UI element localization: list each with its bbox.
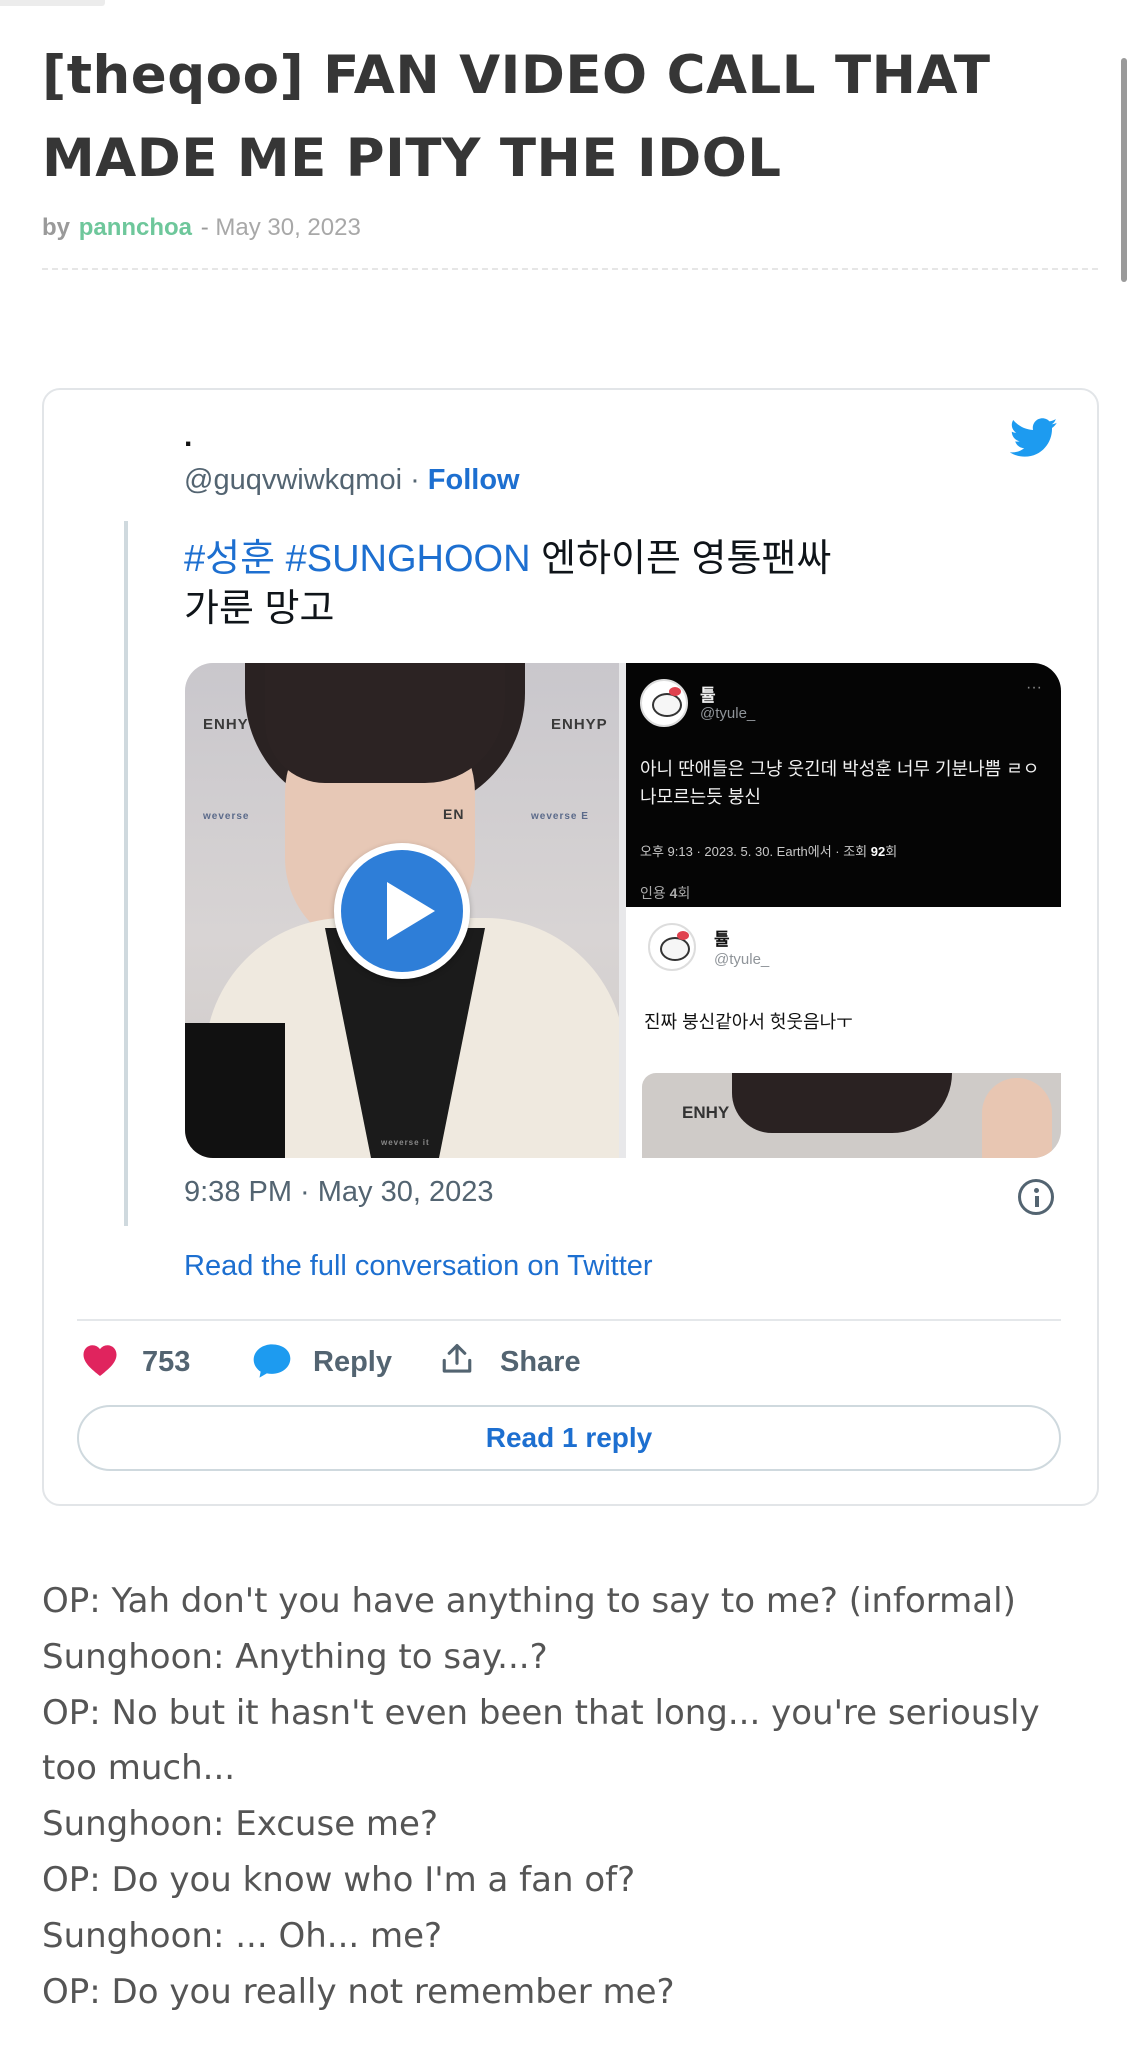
article-title: [theqoo] FAN VIDEO CALL THAT MADE ME PIT… bbox=[42, 45, 991, 189]
tweet-text-line-1: 엔하이픈 영통팬싸 bbox=[541, 538, 832, 580]
transcript-line: Sunghoon: Anything to say...? bbox=[42, 1636, 548, 1677]
byline: by pannchoa - May 30, 2023 bbox=[42, 214, 361, 242]
reply-button[interactable]: Reply bbox=[313, 1346, 392, 1379]
embedded-view-count: 92 bbox=[870, 844, 886, 859]
quote-rail bbox=[124, 521, 128, 1226]
embedded-body: 아니 딴애들은 그냥 웃긴데 박성훈 너무 기분나쁨 ㄹㅇ 나모르는듯 붕신 bbox=[640, 755, 1060, 811]
embedded-meta-suffix: 회 bbox=[885, 844, 898, 859]
tweet-display-name[interactable]: . bbox=[184, 420, 192, 454]
hashtag-link[interactable]: #성훈 bbox=[184, 538, 275, 580]
byline-separator: - bbox=[194, 214, 216, 241]
tweet-handle-row: @guqvwiwkqmoi · Follow bbox=[184, 464, 520, 497]
transcript-line: Sunghoon: ... Oh... me? bbox=[42, 1915, 443, 1956]
tweet-text-line-2: 가룬 망고 bbox=[184, 588, 335, 630]
embedded-name: 튤 bbox=[714, 930, 730, 949]
hashtag-link[interactable]: #SUNGHOON bbox=[286, 538, 531, 580]
byline-prefix: by bbox=[42, 214, 71, 241]
avatar bbox=[648, 923, 696, 971]
backdrop-logo: weverse bbox=[203, 811, 250, 822]
embedded-body-line: 아니 딴애들은 그냥 웃긴데 박성훈 너무 기분나쁨 ㄹㅇ bbox=[640, 759, 1040, 779]
header-divider bbox=[42, 268, 1098, 270]
tweet-text: #성훈 #SUNGHOON 엔하이픈 영통팬싸 가룬 망고 bbox=[184, 534, 964, 634]
follow-link[interactable]: Follow bbox=[428, 464, 520, 496]
backdrop-logo: ENHYP bbox=[551, 716, 608, 733]
embedded-video-thumb: ENHY bbox=[642, 1073, 1061, 1158]
share-icon[interactable] bbox=[440, 1341, 474, 1377]
embedded-handle: @tyule_ bbox=[700, 705, 756, 722]
thumb-logo: ENHY bbox=[682, 1103, 730, 1122]
embedded-meta: 오후 9:13 · 2023. 5. 30. Earth에서 · 조회 92회 bbox=[640, 841, 897, 860]
quote-prefix: 인용 bbox=[640, 885, 670, 901]
backdrop-logo: EN bbox=[443, 806, 465, 822]
embedded-body-line: 나모르는듯 붕신 bbox=[640, 787, 761, 807]
info-icon[interactable] bbox=[1018, 1179, 1054, 1215]
embedded-body: 진짜 붕신같아서 헛웃음나ㅜ bbox=[644, 1012, 853, 1032]
transcript-line: OP: Yah don't you have anything to say t… bbox=[42, 1581, 1016, 1621]
article-transcript: OP: Yah don't you have anything to say t… bbox=[42, 1574, 1102, 2020]
like-count[interactable]: 753 bbox=[142, 1346, 190, 1379]
twitter-bird-icon[interactable] bbox=[1010, 418, 1058, 458]
transcript-line: OP: No but it hasn't even been that long… bbox=[42, 1692, 1040, 1789]
embedded-name: 튤 bbox=[700, 686, 716, 705]
author-link[interactable]: pannchoa bbox=[79, 214, 192, 241]
video-frame-right: 튤 @tyule_ ··· 아니 딴애들은 그냥 웃긴데 박성훈 너무 기분나쁨… bbox=[626, 663, 1061, 1158]
tweet-handle[interactable]: @guqvwiwkqmoi bbox=[184, 464, 402, 496]
quote-suffix: 회 bbox=[677, 885, 691, 901]
tweet-video-media[interactable]: ENHY ENHYP weverse weverse E EN weverse … bbox=[185, 663, 1061, 1158]
page-scrollbar[interactable] bbox=[1121, 58, 1127, 282]
backdrop-logo: weverse E bbox=[531, 811, 589, 822]
embedded-quote-count: 인용 4회 bbox=[640, 883, 690, 903]
read-conversation-link[interactable]: Read the full conversation on Twitter bbox=[184, 1250, 653, 1283]
avatar bbox=[640, 679, 688, 727]
tweet-timestamp[interactable]: 9:38 PM · May 30, 2023 bbox=[184, 1176, 494, 1209]
transcript-line: Sunghoon: Excuse me? bbox=[42, 1804, 438, 1845]
backdrop-logo: ENHY bbox=[203, 716, 249, 733]
thumb-hand bbox=[982, 1078, 1052, 1158]
embedded-handle: @tyule_ bbox=[714, 951, 770, 968]
play-icon[interactable] bbox=[334, 843, 470, 979]
transcript-line: OP: Do you know who I'm a fan of? bbox=[42, 1859, 636, 1900]
heart-icon[interactable] bbox=[82, 1343, 118, 1377]
read-reply-button[interactable]: Read 1 reply bbox=[77, 1405, 1061, 1471]
idol-bangs bbox=[265, 663, 505, 783]
embedded-meta-prefix: 오후 9:13 · 2023. 5. 30. Earth에서 · 조회 bbox=[640, 844, 871, 859]
video-black-inset bbox=[185, 1023, 285, 1158]
embedded-tweet-dark: 튤 @tyule_ ··· 아니 딴애들은 그냥 웃긴데 박성훈 너무 기분나쁨… bbox=[626, 663, 1061, 907]
reply-bubble-icon[interactable] bbox=[252, 1342, 292, 1380]
thumb-hair bbox=[732, 1073, 952, 1133]
transcript-line: OP: Do you really not remember me? bbox=[42, 1971, 675, 2012]
top-edge-stub bbox=[0, 0, 105, 6]
handle-separator: · bbox=[402, 464, 428, 496]
tweet-actions-divider bbox=[77, 1319, 1061, 1321]
weverse-watermark: weverse it bbox=[381, 1138, 430, 1147]
more-icon: ··· bbox=[1026, 679, 1042, 696]
article-date: May 30, 2023 bbox=[215, 214, 361, 241]
share-button[interactable]: Share bbox=[500, 1346, 581, 1379]
